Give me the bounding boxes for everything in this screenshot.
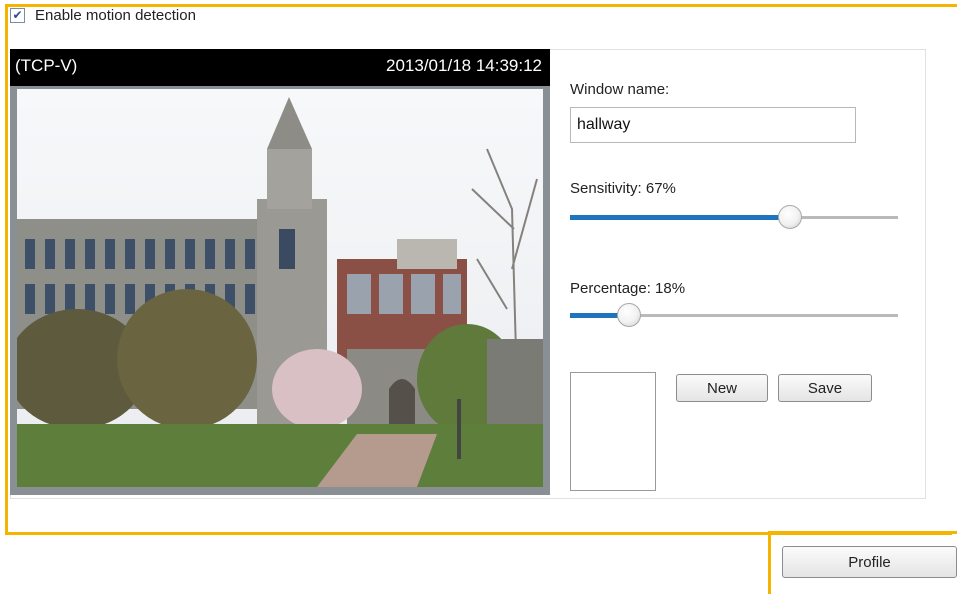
stream-label: (TCP-V) xyxy=(15,56,78,75)
enable-motion-checkbox[interactable]: ✔ xyxy=(10,7,25,23)
video-preview[interactable]: (TCP-V) 2013/01/18 14:39:12 xyxy=(10,49,550,495)
enable-motion-label: Enable motion detection xyxy=(35,6,196,24)
percentage-label: Percentage: 18% xyxy=(570,280,686,297)
sensitivity-label: Sensitivity: 67% xyxy=(570,180,676,197)
window-preview-box xyxy=(570,372,656,491)
video-header: (TCP-V) 2013/01/18 14:39:12 xyxy=(10,49,550,86)
sensitivity-slider[interactable] xyxy=(570,203,898,231)
camera-image[interactable] xyxy=(17,89,543,487)
percentage-thumb[interactable] xyxy=(617,303,641,327)
profile-button[interactable]: Profile xyxy=(782,546,957,578)
sensitivity-thumb[interactable] xyxy=(778,205,802,229)
window-name-label: Window name: xyxy=(570,81,670,98)
window-name-input[interactable] xyxy=(570,107,856,143)
save-button[interactable]: Save xyxy=(778,374,872,402)
new-button[interactable]: New xyxy=(676,374,768,402)
highlight-frame-main-edge xyxy=(949,4,957,7)
checkmark-icon: ✔ xyxy=(12,8,23,22)
video-timestamp: 2013/01/18 14:39:12 xyxy=(386,56,542,75)
sensitivity-fill xyxy=(570,215,790,220)
percentage-slider[interactable] xyxy=(570,301,898,329)
enable-motion-row[interactable]: ✔ Enable motion detection xyxy=(10,4,196,26)
camera-scene-illustration xyxy=(17,89,543,487)
